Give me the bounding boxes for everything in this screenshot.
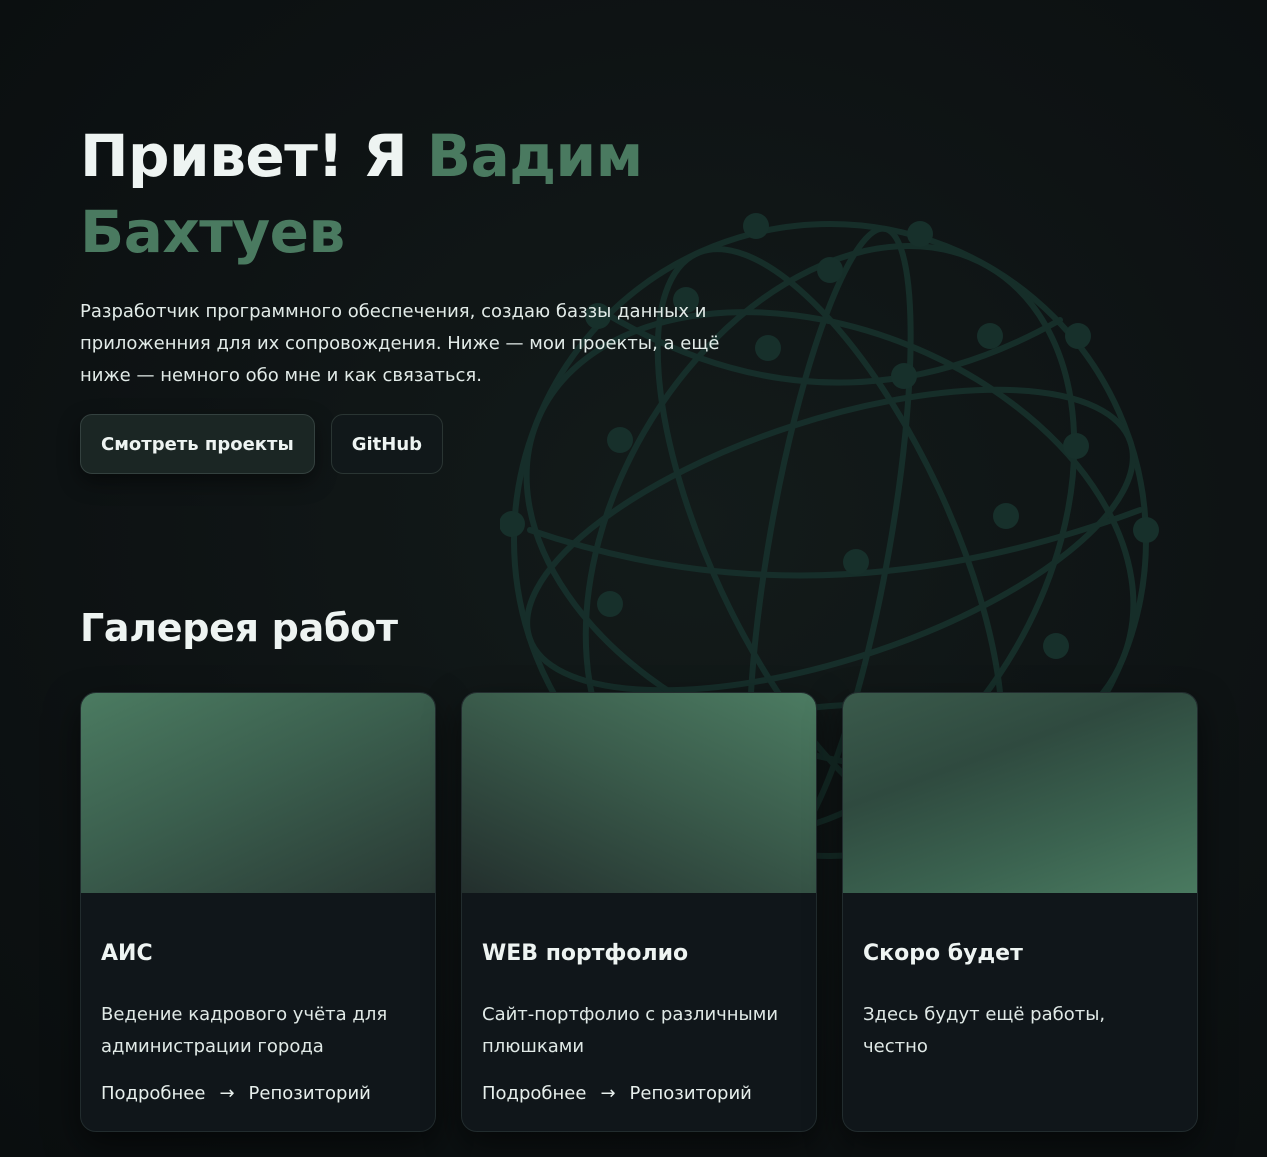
project-description: Здесь будут ещё работы, честно	[863, 1004, 1106, 1057]
project-title: WEB портфолио	[482, 941, 689, 966]
project-card: WEB портфолио Сайт-портфолио с различным…	[461, 692, 817, 1132]
arrow-right-icon: →	[219, 1083, 235, 1104]
project-links: Подробнее → Репозиторий	[482, 1083, 752, 1104]
repository-link[interactable]: Репозиторий	[249, 1083, 371, 1104]
hero-greeting: Привет! Я	[80, 122, 427, 190]
hero-description: Разработчик программного обеспечения, со…	[80, 301, 720, 386]
project-card: АИС Ведение кадрового учёта для админист…	[80, 692, 436, 1132]
project-description: Сайт-портфолио с различными плюшками	[482, 1004, 779, 1057]
more-link[interactable]: Подробнее	[482, 1083, 586, 1104]
hero-heading: Привет! Я Вадим Бахтуев	[80, 118, 880, 270]
view-projects-button[interactable]: Смотреть проекты	[80, 414, 315, 474]
project-cards: АИС Ведение кадрового учёта для админист…	[80, 692, 1198, 1132]
repository-link[interactable]: Репозиторий	[630, 1083, 752, 1104]
project-thumbnail	[81, 693, 435, 893]
hero-section: Привет! Я Вадим Бахтуев Разработчик прог…	[80, 118, 880, 474]
project-thumbnail	[462, 693, 816, 893]
project-title: Скоро будет	[863, 941, 1023, 966]
arrow-right-icon: →	[600, 1083, 616, 1104]
github-button[interactable]: GitHub	[330, 414, 444, 474]
project-links: Подробнее → Репозиторий	[101, 1083, 371, 1104]
project-thumbnail	[843, 693, 1197, 893]
project-description: Ведение кадрового учёта для администраци…	[101, 1004, 388, 1057]
project-title: АИС	[101, 941, 153, 966]
more-link[interactable]: Подробнее	[101, 1083, 205, 1104]
gallery-title: Галерея работ	[80, 606, 398, 650]
hero-buttons: Смотреть проекты GitHub	[80, 414, 880, 474]
project-card: Скоро будет Здесь будут ещё работы, чест…	[842, 692, 1198, 1132]
